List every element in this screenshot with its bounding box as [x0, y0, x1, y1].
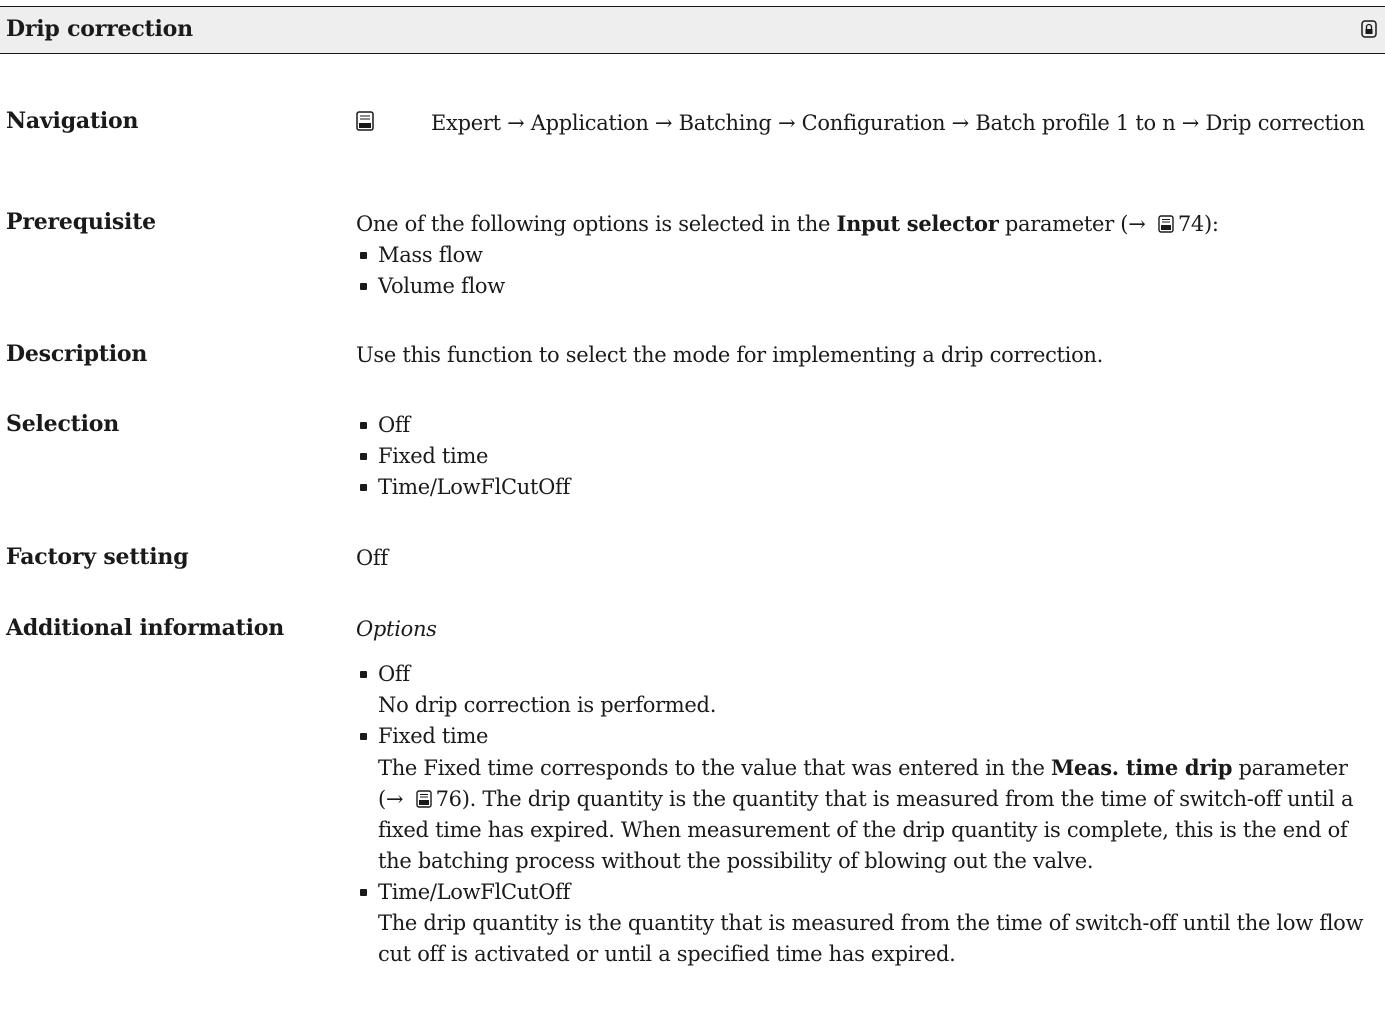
fixed-time-text-before: The Fixed time corresponds to the value …: [378, 756, 1051, 780]
list-item: Off: [356, 410, 1366, 441]
list-item: Fixed time: [356, 441, 1366, 472]
option-title: Off: [378, 662, 410, 686]
fixed-time-text-after: ). The drip quantity is the quantity tha…: [378, 787, 1354, 873]
lock-icon: [1361, 20, 1377, 38]
list-item: Time/LowFlCutOff The drip quantity is th…: [356, 877, 1366, 970]
page-ref-74[interactable]: 74: [1178, 212, 1204, 236]
description-text: Use this function to select the mode for…: [356, 343, 1104, 367]
list-item: Fixed time The Fixed time corresponds to…: [356, 721, 1366, 877]
option-title: Time/LowFlCutOff: [378, 880, 570, 904]
factory-setting-value: Off: [356, 546, 388, 570]
selection-content: Off Fixed time Time/LowFlCutOff: [356, 410, 1366, 503]
prerequisite-text-after: parameter (→: [998, 212, 1152, 236]
navigation-label: Navigation: [6, 108, 139, 134]
additional-information-label: Additional information: [6, 615, 285, 641]
option-text: The drip quantity is the quantity that i…: [378, 911, 1364, 966]
prerequisite-text-before: One of the following options is selected…: [356, 212, 837, 236]
prerequisite-text-end: ):: [1204, 212, 1219, 236]
page-reference-icon: [1158, 215, 1174, 233]
additional-options-list: Off No drip correction is performed. Fix…: [356, 659, 1366, 970]
list-item: Time/LowFlCutOff: [356, 472, 1366, 503]
factory-setting-label: Factory setting: [6, 544, 189, 570]
prerequisite-label: Prerequisite: [6, 209, 156, 235]
prerequisite-text: One of the following options is selected…: [356, 208, 1366, 240]
input-selector-link: Input selector: [836, 211, 999, 236]
navigation-path: Expert → Application → Batching → Config…: [431, 111, 1365, 135]
description-label: Description: [6, 341, 148, 367]
options-subheading: Options: [356, 617, 437, 641]
prerequisite-options-list: Mass flow Volume flow: [356, 240, 1366, 302]
option-title: Fixed time: [378, 724, 489, 748]
list-item: Off No drip correction is performed.: [356, 659, 1366, 721]
page-ref-76[interactable]: 76: [436, 787, 462, 811]
section-header: Drip correction: [0, 6, 1385, 54]
selection-label: Selection: [6, 411, 120, 437]
selection-options-list: Off Fixed time Time/LowFlCutOff: [356, 410, 1366, 503]
option-text: No drip correction is performed.: [378, 693, 717, 717]
page-title: Drip correction: [6, 16, 193, 42]
list-item: Volume flow: [356, 271, 1366, 302]
additional-information-content: Options Off No drip correction is perfor…: [356, 614, 1366, 970]
page-reference-icon: [415, 790, 432, 808]
meas-time-drip-link: Meas. time drip: [1050, 755, 1233, 780]
menu-path-icon: [356, 111, 374, 131]
prerequisite-content: One of the following options is selected…: [356, 208, 1366, 302]
option-text: The Fixed time corresponds to the value …: [378, 752, 1366, 877]
list-item: Mass flow: [356, 240, 1366, 271]
